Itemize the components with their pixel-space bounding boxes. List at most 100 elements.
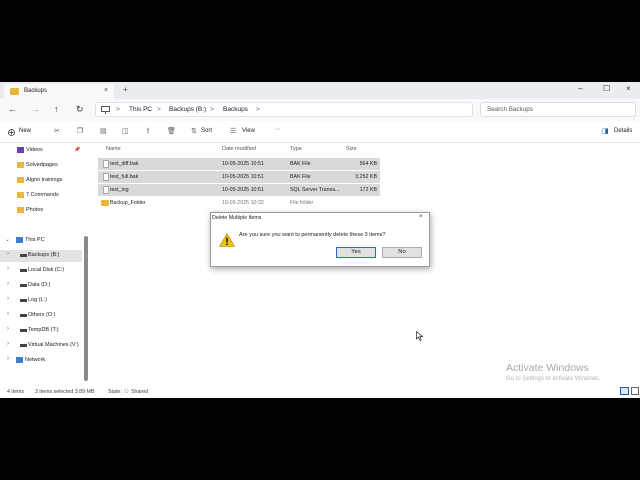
column-header-size[interactable]: Size bbox=[346, 146, 357, 152]
folder-icon bbox=[17, 177, 24, 183]
sidebar-item-label: Virtual Machines (V:) bbox=[28, 342, 79, 348]
sidebar-item-label: TempDB (T:) bbox=[28, 327, 59, 333]
up-button[interactable]: ↑ bbox=[54, 104, 59, 114]
chevron-right-icon[interactable]: › bbox=[7, 326, 9, 332]
sort-label: Sort bbox=[201, 128, 213, 134]
view-button[interactable]: ☰ View bbox=[229, 125, 265, 139]
rename-icon[interactable]: ◫ bbox=[122, 127, 129, 135]
file-name: Backup_Folder bbox=[110, 200, 146, 206]
command-bar: New ✂ ❐ ▤ ◫ ⇪ 🗑 ⇅ Sort ☰ View ··· ◨ Deta… bbox=[0, 122, 640, 143]
more-options-button[interactable]: ··· bbox=[274, 126, 281, 133]
file-row[interactable]: test_diff.bak 10-05-2025 10:51 BAK File … bbox=[98, 158, 380, 170]
file-type: SQL Server Transa... bbox=[290, 187, 340, 193]
breadcrumb-backups-drive[interactable]: Backups (B:) bbox=[169, 106, 206, 113]
network-icon bbox=[16, 357, 23, 363]
column-header-name[interactable]: Name bbox=[106, 146, 121, 152]
sidebar-item-label: Videos bbox=[26, 147, 43, 153]
sort-button[interactable]: ⇅ Sort bbox=[190, 125, 222, 139]
refresh-button[interactable]: ↻ bbox=[76, 104, 84, 115]
status-item-count: 4 items bbox=[7, 389, 25, 395]
tab-title: Backups bbox=[24, 88, 48, 94]
dialog-message: Are you sure you want to permanently del… bbox=[239, 232, 386, 238]
chevron-right-icon[interactable]: › bbox=[7, 281, 9, 287]
folder-icon bbox=[10, 88, 19, 95]
share-icon[interactable]: ⇪ bbox=[145, 127, 151, 135]
sidebar-item-photos[interactable]: Photos bbox=[0, 205, 82, 217]
column-header-date[interactable]: Date modified bbox=[222, 146, 256, 152]
paste-icon[interactable]: ▤ bbox=[100, 127, 107, 135]
forward-button[interactable]: → bbox=[31, 104, 40, 114]
minimize-button[interactable]: – bbox=[578, 84, 582, 93]
new-button[interactable]: New bbox=[6, 125, 40, 139]
tab-close-icon[interactable]: × bbox=[104, 87, 108, 94]
sidebar-item-backups-drive[interactable]: › Backups (B:) bbox=[0, 250, 82, 262]
file-name: test_full.bak bbox=[110, 174, 139, 180]
file-size: 3,252 KB bbox=[355, 174, 377, 180]
chevron-right-icon[interactable]: › bbox=[7, 341, 9, 347]
details-view-toggle[interactable] bbox=[620, 387, 629, 395]
sidebar-item-videos[interactable]: Videos 📌 bbox=[0, 145, 82, 157]
sidebar-scrollbar[interactable] bbox=[84, 236, 88, 381]
maximize-button[interactable]: ☐ bbox=[603, 84, 610, 93]
file-icon bbox=[103, 160, 109, 168]
sidebar-item-label: Solvedpages bbox=[26, 162, 58, 168]
search-input[interactable]: Search Backups bbox=[480, 102, 636, 117]
sidebar-item-label: Algno trainings bbox=[26, 177, 63, 183]
sidebar-item-this-pc[interactable]: ⌄ This PC bbox=[0, 235, 82, 247]
sidebar-item-label: Network bbox=[25, 357, 46, 363]
file-row[interactable]: test_log 10-05-2025 10:51 SQL Server Tra… bbox=[98, 184, 380, 196]
chevron-right-icon[interactable]: › bbox=[7, 296, 9, 302]
sidebar-item-virtual-machines-drive[interactable]: › Virtual Machines (V:) bbox=[0, 340, 82, 352]
breadcrumb-this-pc[interactable]: This PC bbox=[129, 106, 152, 113]
delete-icon[interactable]: 🗑 bbox=[167, 127, 176, 135]
copy-icon[interactable]: ❐ bbox=[77, 127, 83, 135]
activate-windows-subtitle: Go to Settings to activate Windows. bbox=[506, 376, 601, 382]
sidebar-item-label: Others (O:) bbox=[28, 312, 56, 318]
sidebar-item-local-disk[interactable]: › Local Disk (C:) bbox=[0, 265, 82, 277]
sidebar-item-solvedpages[interactable]: Solvedpages bbox=[0, 160, 82, 172]
sidebar-item-commands[interactable]: 7.Commands bbox=[0, 190, 82, 202]
dialog-close-button[interactable]: × bbox=[419, 214, 423, 220]
file-row[interactable]: Backup_Folder 10-05-2025 10:32 File fold… bbox=[98, 197, 380, 209]
view-label: View bbox=[242, 128, 255, 134]
no-button[interactable]: No bbox=[382, 247, 422, 258]
drive-icon bbox=[20, 254, 27, 257]
sidebar-item-network[interactable]: › Network bbox=[0, 355, 82, 367]
plus-circle-icon bbox=[8, 129, 15, 136]
sidebar-item-tempdb-drive[interactable]: › TempDB (T:) bbox=[0, 325, 82, 337]
drive-icon bbox=[20, 299, 27, 302]
chevron-right-icon[interactable]: › bbox=[7, 266, 9, 272]
file-icon bbox=[103, 173, 109, 181]
new-tab-button[interactable]: + bbox=[123, 85, 128, 94]
cut-icon[interactable]: ✂ bbox=[54, 127, 60, 135]
file-size: 564 KB bbox=[359, 161, 377, 167]
chevron-down-icon[interactable]: ⌄ bbox=[5, 236, 10, 243]
file-row[interactable]: test_full.bak 10-05-2025 10:51 BAK File … bbox=[98, 171, 380, 183]
sidebar-item-data-drive[interactable]: › Data (D:) bbox=[0, 280, 82, 292]
monitor-icon bbox=[101, 106, 110, 114]
address-bar[interactable]: > This PC > Backups (B:) > Backups > bbox=[95, 102, 473, 117]
shared-icon: ⚇ bbox=[124, 389, 129, 395]
chevron-right-icon[interactable]: › bbox=[7, 251, 9, 257]
status-state-label: State: bbox=[108, 389, 122, 395]
chevron-right-icon[interactable]: › bbox=[7, 356, 9, 362]
window-close-button[interactable]: × bbox=[626, 84, 631, 93]
sidebar-item-algno-trainings[interactable]: Algno trainings bbox=[0, 175, 82, 187]
details-button[interactable]: ◨ Details bbox=[600, 125, 636, 139]
column-header-type[interactable]: Type bbox=[290, 146, 302, 152]
sidebar-item-label: Backups (B:) bbox=[28, 252, 60, 258]
new-label: New bbox=[19, 128, 32, 134]
tiles-view-toggle[interactable] bbox=[631, 387, 639, 395]
tab-backups[interactable]: Backups × bbox=[4, 84, 114, 99]
pin-icon[interactable]: 📌 bbox=[74, 147, 80, 153]
back-button[interactable]: ← bbox=[8, 104, 17, 114]
sidebar-item-others-drive[interactable]: › Others (O:) bbox=[0, 310, 82, 322]
breadcrumb-backups-folder[interactable]: Backups bbox=[223, 106, 248, 113]
yes-button[interactable]: Yes bbox=[336, 247, 376, 258]
videos-folder-icon bbox=[17, 147, 24, 153]
dialog-body: Are you sure you want to permanently del… bbox=[211, 223, 429, 266]
sidebar-item-log-drive[interactable]: › Log (L:) bbox=[0, 295, 82, 307]
chevron-right-icon[interactable]: › bbox=[7, 311, 9, 317]
activate-windows-title: Activate Windows bbox=[506, 362, 589, 374]
sidebar-item-label: This PC bbox=[25, 237, 45, 243]
